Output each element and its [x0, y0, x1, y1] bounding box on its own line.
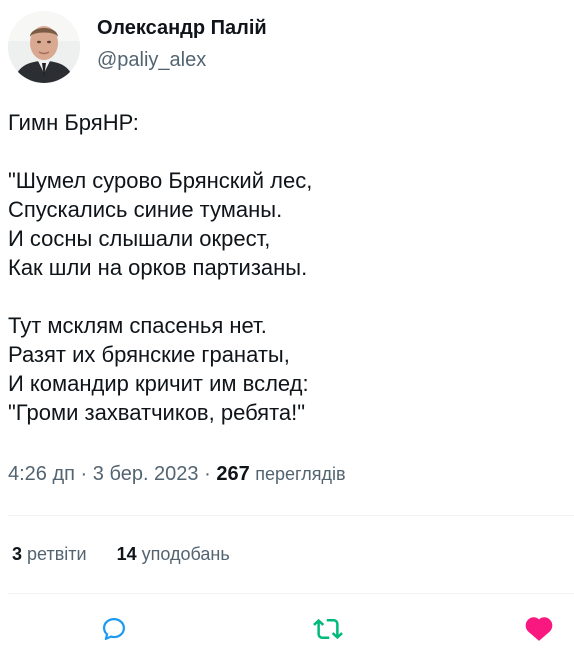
tweet-line: Как шли на орков партизаны. — [8, 255, 308, 280]
like-button[interactable] — [522, 612, 556, 646]
likes-stat[interactable]: 14 уподобань — [117, 544, 230, 564]
divider — [8, 515, 574, 516]
reply-button[interactable] — [97, 612, 131, 646]
heart-icon — [525, 617, 553, 641]
tweet-line: Тут мсклям спасенья нет. — [8, 313, 267, 338]
avatar-image — [8, 11, 80, 83]
tweet-line — [8, 282, 568, 311]
tweet-text: Гимн БряНР: "Шумел сурово Брянский лес, … — [8, 108, 568, 427]
tweet-line — [8, 137, 568, 166]
tweet-line: "Громи захватчиков, ребята!" — [8, 400, 306, 425]
avatar[interactable] — [8, 11, 80, 83]
retweet-button[interactable] — [311, 612, 345, 646]
author-handle[interactable]: @paliy_alex — [97, 48, 267, 72]
tweet-line: И сосны слышали окрест, — [8, 226, 271, 251]
tweet-line: Гимн БряНР: — [8, 110, 139, 135]
retweet-icon — [313, 618, 343, 640]
likes-count: 14 — [116, 544, 137, 564]
tweet-date[interactable]: 3 бер. 2023 — [93, 463, 199, 485]
tweet-line: Разят их брянские гранаты, — [8, 342, 290, 367]
retweets-stat[interactable]: 3 ретвіти — [12, 544, 87, 564]
meta-separator: · — [80, 463, 88, 485]
tweet-stats: 3 ретвіти 14 уподобань — [12, 541, 230, 567]
views-label: переглядів — [255, 464, 346, 484]
divider — [8, 593, 574, 594]
reply-icon — [102, 617, 126, 641]
views-count: 267 — [216, 463, 250, 485]
author-names: Олександр Палій @paliy_alex — [97, 16, 267, 72]
tweet-header: Олександр Палій @paliy_alex — [8, 10, 267, 84]
tweet-line: И командир кричит им вслед: — [8, 371, 309, 396]
likes-label: уподобань — [141, 544, 230, 564]
retweets-label: ретвіти — [27, 544, 87, 564]
retweets-count: 3 — [12, 544, 23, 564]
meta-separator: · — [204, 463, 211, 485]
tweet-line: "Шумел сурово Брянский лес, — [8, 168, 313, 193]
tweet-time[interactable]: 4:26 дп — [8, 463, 75, 485]
tweet-card: Олександр Палій @paliy_alex Гимн БряНР: … — [0, 0, 574, 660]
tweet-line: Спускались синие туманы. — [8, 197, 283, 222]
tweet-meta: 4:26 дп · 3 бер. 2023 · 267 переглядів — [8, 461, 346, 487]
author-name[interactable]: Олександр Палій — [97, 16, 267, 40]
